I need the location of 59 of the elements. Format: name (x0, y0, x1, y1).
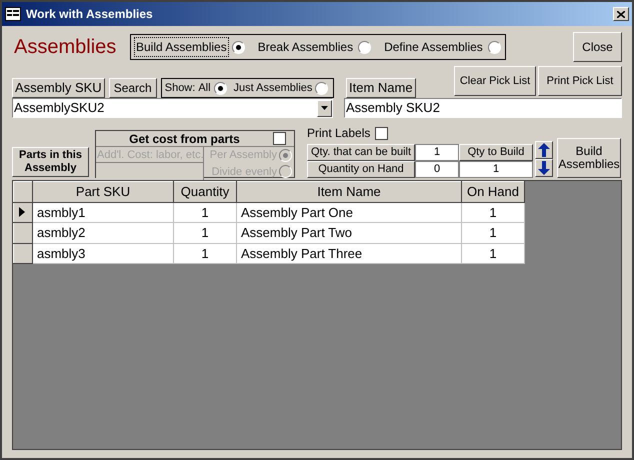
column-header[interactable]: Item Name (236, 182, 462, 202)
table-cell: 1 (462, 222, 524, 243)
print-labels-label: Print Labels (307, 125, 370, 142)
sku-combo[interactable]: AssemblySKU2 (12, 98, 333, 118)
build-assemblies-button[interactable]: Build Assemblies (557, 138, 621, 178)
radio-button[interactable] (214, 82, 227, 94)
column-header[interactable]: Quantity (174, 182, 236, 202)
column-header[interactable]: Part SKU (32, 182, 174, 202)
print-pick-list-button[interactable]: Print Pick List (538, 66, 622, 96)
column-header[interactable]: On Hand (462, 182, 524, 202)
qty-value: 0 (415, 161, 459, 178)
field-label: Assembly SKU (12, 78, 105, 98)
mode-label: Break Assemblies (256, 39, 354, 56)
qty-label: Qty to Build (459, 144, 533, 161)
radio-button[interactable] (358, 40, 372, 54)
table-cell: asmbly3 (32, 243, 174, 264)
search-button[interactable]: Search (108, 78, 157, 98)
table-cell: 1 (174, 222, 236, 243)
qty-to-build-field[interactable]: 1 (459, 161, 533, 178)
parts-label: Parts in this Assembly (12, 147, 89, 177)
table-cell: 1 (462, 243, 524, 264)
window-title: Work with Assemblies (26, 6, 153, 23)
qty-label: Qty. that can be built (307, 144, 415, 161)
show-label: Show: (164, 80, 196, 96)
form-heading: Assemblies (14, 35, 118, 60)
field-value: AssemblySKU2 (13, 99, 106, 118)
checkbox[interactable] (375, 126, 388, 140)
row-selector (14, 182, 32, 202)
form-icon (5, 7, 21, 21)
table-cell: asmbly1 (32, 202, 174, 222)
table-cell: asmbly2 (32, 222, 174, 243)
radio-button[interactable] (488, 40, 501, 54)
clear-pick-list-button[interactable]: Clear Pick List (454, 66, 536, 96)
table-cell: 1 (174, 243, 236, 264)
option-label: All (198, 80, 211, 96)
item-name-field[interactable]: Assembly SKU2 (344, 98, 622, 118)
table-cell: Assembly Part Two (236, 222, 462, 243)
qty-value: 1 (415, 144, 459, 161)
dropdown-icon[interactable] (317, 100, 332, 116)
field-label: Item Name (346, 78, 416, 98)
close-button[interactable]: Close (573, 32, 622, 62)
row-selector[interactable] (14, 202, 32, 222)
qty-label: Quantity on Hand (307, 161, 415, 178)
up-arrow-icon[interactable] (535, 141, 553, 159)
radio-button[interactable] (232, 40, 245, 54)
row-selector[interactable] (14, 222, 32, 243)
mode-label: Define Assemblies (383, 39, 484, 56)
close-icon[interactable] (613, 7, 629, 21)
section-title: Get cost from parts (128, 130, 241, 148)
down-arrow-icon[interactable] (535, 159, 553, 177)
table-cell: 1 (462, 202, 524, 222)
radio-button[interactable] (315, 82, 328, 94)
option-label: Just Assemblies (234, 80, 312, 96)
mode-label: Build Assemblies (135, 38, 228, 56)
table-cell: Assembly Part Three (236, 243, 462, 264)
table-cell: Assembly Part One (236, 202, 462, 222)
table-cell: 1 (174, 202, 236, 222)
row-selector[interactable] (14, 243, 32, 264)
current-row-icon (19, 207, 25, 218)
